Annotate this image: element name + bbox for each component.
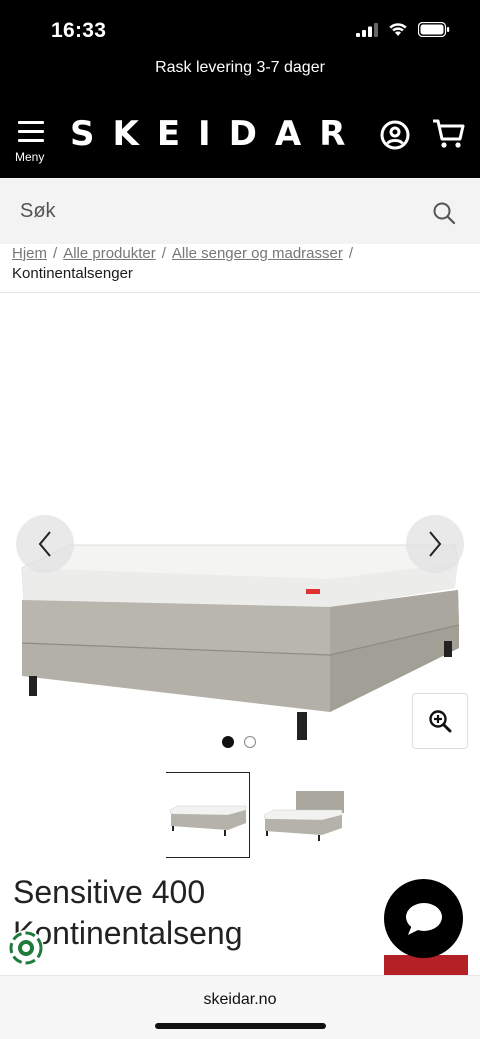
badge-icon <box>9 931 43 965</box>
chevron-left-icon <box>38 531 51 557</box>
search-input[interactable] <box>0 178 420 244</box>
thumbnail-bed-image <box>169 805 246 836</box>
status-bar: 16:33 <box>0 0 480 58</box>
battery-icon <box>418 22 450 37</box>
account-button[interactable] <box>380 120 412 152</box>
cart-button[interactable] <box>432 118 466 150</box>
browser-url-bar[interactable]: skeidar.no <box>0 975 480 1039</box>
zoom-button[interactable] <box>412 693 468 749</box>
gallery-dot-1[interactable] <box>222 736 234 748</box>
breadcrumb-link-products[interactable]: Alle produkter <box>63 245 156 262</box>
browser-url: skeidar.no <box>203 991 277 1008</box>
menu-label: Meny <box>15 150 45 164</box>
gallery-dot-2[interactable] <box>244 736 256 748</box>
promo-banner: Rask levering 3-7 dager <box>0 58 480 94</box>
chat-icon <box>405 902 442 935</box>
status-icons <box>356 22 450 37</box>
gallery-next-button[interactable] <box>406 515 464 573</box>
menu-button[interactable]: Meny <box>12 120 52 168</box>
cart-icon <box>433 119 465 148</box>
breadcrumb-link-home[interactable]: Hjem <box>12 245 47 262</box>
gallery-dots <box>222 736 256 748</box>
user-icon <box>380 120 410 150</box>
thumbnail-bed-headboard-image <box>263 791 344 841</box>
product-title-line1: Sensitive 400 <box>13 874 206 910</box>
breadcrumb: Hjem / Alle produkter / Alle senger og madra… <box>12 245 354 282</box>
wifi-icon <box>389 23 407 36</box>
site-header: Meny SKEIDAR <box>0 94 480 178</box>
buy-button[interactable] <box>384 955 468 977</box>
logo[interactable]: SKEIDAR <box>70 114 363 154</box>
breadcrumb-link-beds[interactable]: Alle senger og madrasser <box>172 245 343 262</box>
status-time: 16:33 <box>51 19 107 42</box>
search-icon[interactable] <box>432 201 456 225</box>
thumbnail-1[interactable] <box>166 772 250 858</box>
product-title-line2: Kontinentalseng <box>13 915 243 951</box>
signal-icon <box>356 22 378 37</box>
zoom-in-icon <box>429 710 452 733</box>
product-gallery <box>0 293 480 763</box>
search-bar <box>0 178 480 244</box>
menu-icon <box>18 121 44 148</box>
product-image[interactable] <box>0 393 480 793</box>
product-title: Sensitive 400 Kontinentalseng <box>13 872 373 954</box>
thumbnail-strip <box>166 772 346 858</box>
chat-button[interactable] <box>384 879 463 958</box>
gallery-prev-button[interactable] <box>16 515 74 573</box>
promo-text: Rask levering 3-7 dager <box>155 59 325 76</box>
breadcrumb-current: Kontinentalsenger <box>12 265 133 282</box>
home-indicator <box>155 1023 326 1029</box>
thumbnail-2[interactable] <box>262 772 346 858</box>
trust-badge[interactable] <box>8 930 44 966</box>
chevron-right-icon <box>429 531 442 557</box>
